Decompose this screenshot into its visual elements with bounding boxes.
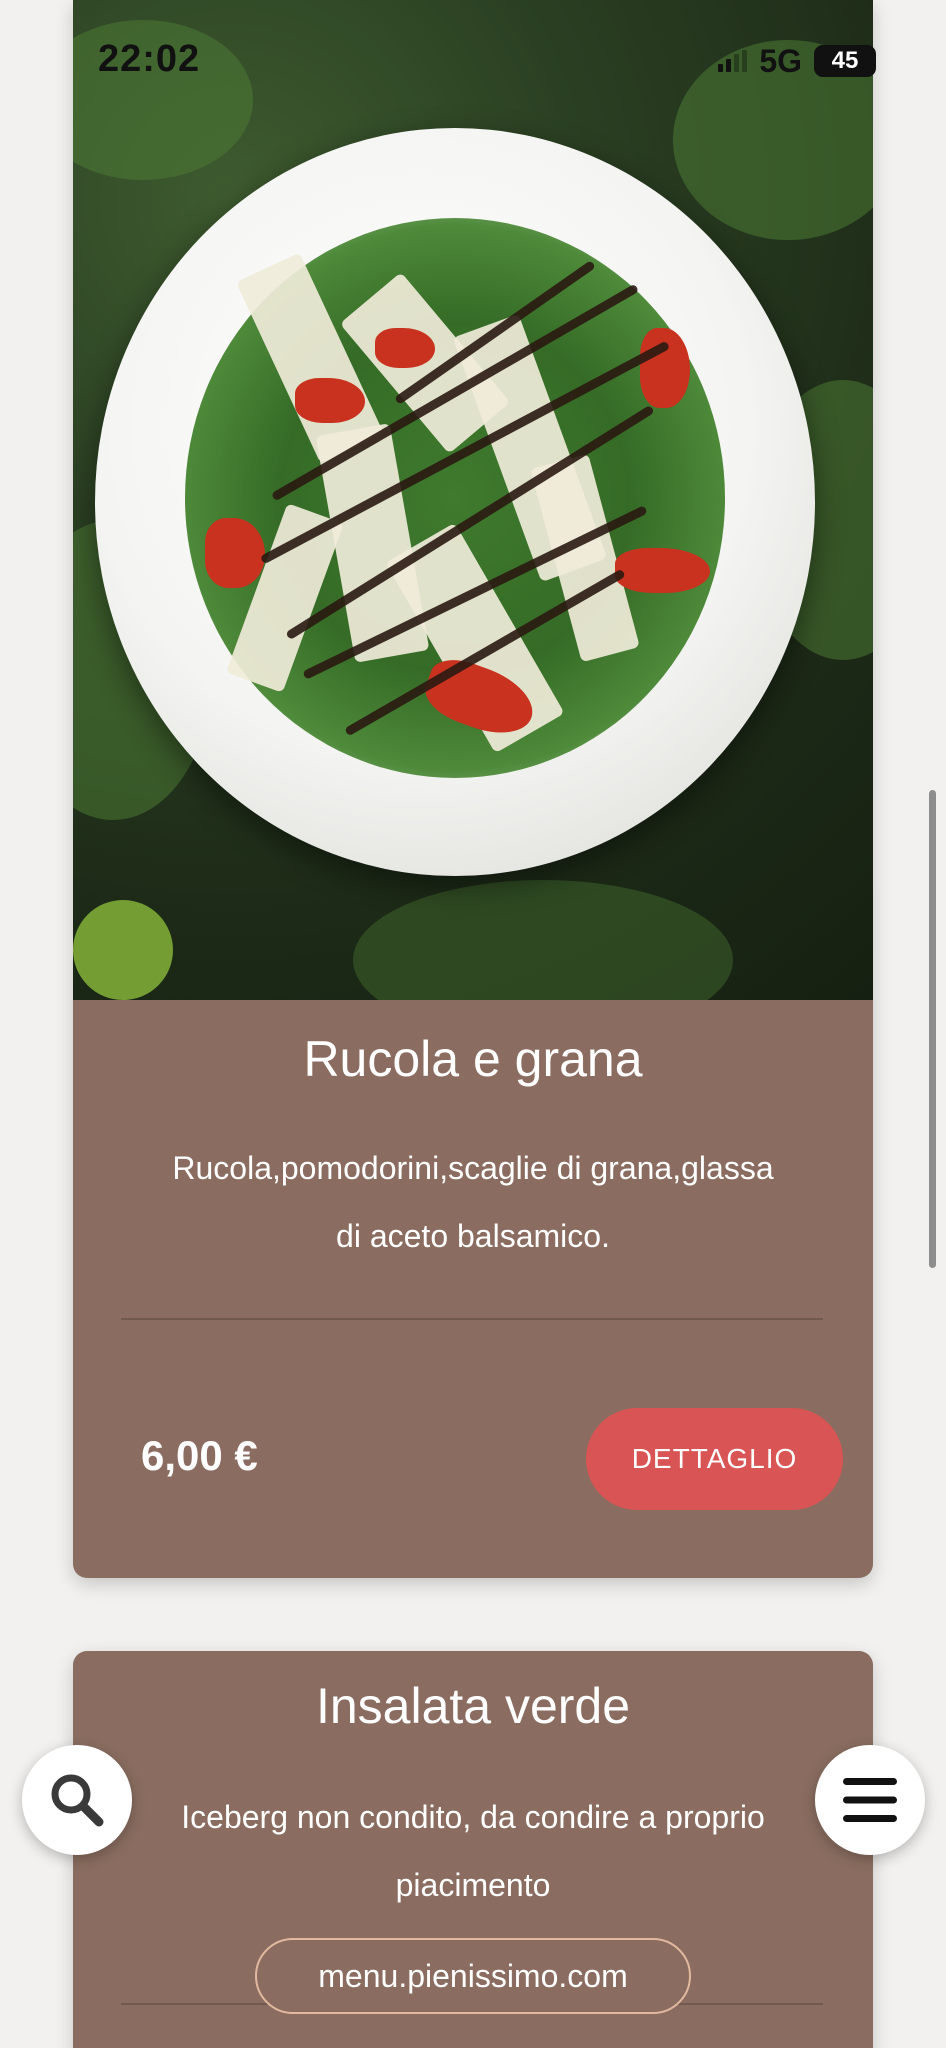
item-description-line: piacimento <box>395 1867 551 1903</box>
search-button[interactable] <box>22 1745 132 1855</box>
item-description: Rucola,pomodorini,scaglie di grana,glass… <box>133 1134 813 1270</box>
menu-item-card: Rucola e grana Rucola,pomodorini,scaglie… <box>73 0 873 1578</box>
search-icon <box>51 1774 104 1827</box>
status-time: 22:02 <box>98 38 201 80</box>
hamburger-menu-icon <box>843 1778 897 1822</box>
signal-icon <box>718 50 748 72</box>
url-pill[interactable]: menu.pienissimo.com <box>255 1938 691 2014</box>
network-type: 5G <box>759 42 802 79</box>
status-indicators: 5G 45 <box>718 42 876 79</box>
item-price: 6,00 € <box>141 1432 258 1479</box>
battery-icon: 45 <box>814 45 876 77</box>
item-description-line: Iceberg non condito, da condire a propri… <box>181 1799 765 1835</box>
divider <box>121 1318 823 1320</box>
item-title: Insalata verde <box>315 1678 631 1734</box>
scrollbar[interactable] <box>929 790 936 1268</box>
detail-button[interactable]: DETTAGLIO <box>586 1408 843 1510</box>
plate <box>95 128 815 876</box>
item-description-line: Rucola,pomodorini,scaglie di grana,glass… <box>172 1150 774 1186</box>
menu-item-photo[interactable] <box>73 0 873 1000</box>
menu-button[interactable] <box>815 1745 925 1855</box>
item-title: Rucola e grana <box>303 1031 643 1087</box>
item-description-line: di aceto balsamico. <box>336 1218 610 1254</box>
item-description: Iceberg non condito, da condire a propri… <box>133 1783 813 1919</box>
